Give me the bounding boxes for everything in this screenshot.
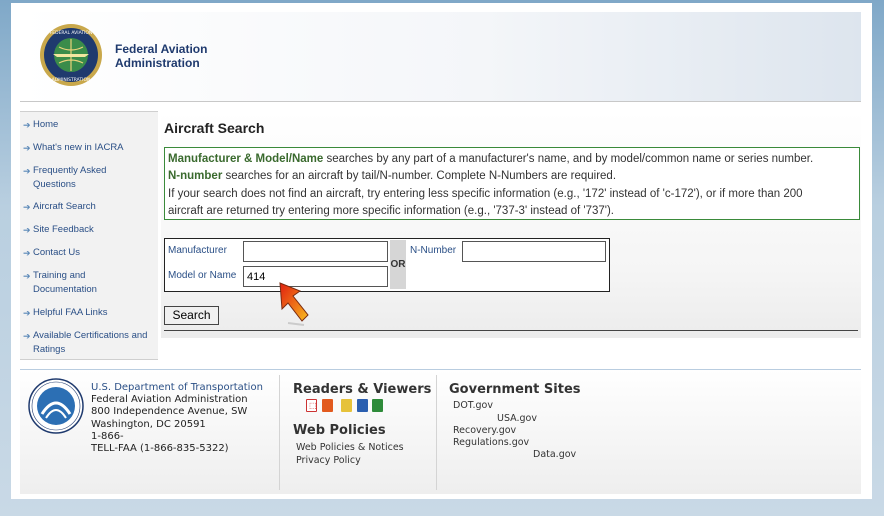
dot-gov-link[interactable]: DOT.gov <box>453 400 493 411</box>
manufacturer-label: Manufacturer <box>168 245 227 256</box>
arrow-right-icon: ➔ <box>23 271 31 281</box>
dot-address1: 800 Independence Avenue, SW <box>91 406 248 418</box>
sidebar-item-certifications[interactable]: ➔ Available Certifications and Ratings <box>20 329 158 357</box>
org-name-line1: Federal Aviation <box>115 42 208 56</box>
sidebar-item-label: Aircraft Search <box>33 201 96 212</box>
dot-phone2: TELL-FAA (1-866-835-5322) <box>91 443 229 455</box>
search-instructions: Manufacturer & Model/Name searches by an… <box>164 147 860 220</box>
sidebar-item-label: Site Feedback <box>33 224 94 235</box>
manufacturer-model-term: Manufacturer & Model/Name <box>168 153 324 165</box>
dot-dept-link[interactable]: U.S. Department of Transportation <box>91 382 271 394</box>
arrow-right-icon: ➔ <box>23 143 31 153</box>
faa-seal-logo[interactable]: FEDERAL AVIATION ADMINISTRATION <box>39 23 103 87</box>
site-header: FEDERAL AVIATION ADMINISTRATION Federal … <box>20 12 861 102</box>
footer-divider <box>436 375 437 490</box>
web-policies-notices-link[interactable]: Web Policies & Notices <box>296 442 404 453</box>
arrow-right-icon: ➔ <box>23 202 31 212</box>
svg-text:FEDERAL AVIATION: FEDERAL AVIATION <box>50 30 93 36</box>
n-number-label: N-Number <box>410 245 457 256</box>
powerpoint-icon[interactable] <box>322 399 333 412</box>
arrow-right-icon: ➔ <box>23 248 31 258</box>
pdf-icon[interactable]: ⬚ <box>306 399 317 412</box>
word-icon[interactable] <box>357 399 368 412</box>
sidebar-item-label: Helpful FAA Links <box>33 307 108 318</box>
instruction-line-1: Manufacturer & Model/Name searches by an… <box>168 151 856 168</box>
instruction-line-3: If your search does not find an aircraft… <box>168 187 803 200</box>
model-input[interactable] <box>243 266 388 287</box>
arrow-right-icon: ➔ <box>23 331 31 341</box>
model-label: Model or Name <box>168 270 237 281</box>
instruction-text: searches by any part of a manufacturer's… <box>323 153 814 165</box>
usa-gov-link[interactable]: USA.gov <box>497 413 537 424</box>
divider <box>164 330 858 331</box>
dot-address2: Washington, DC 20591 <box>91 418 206 430</box>
sidebar-item-faq[interactable]: ➔ Frequently Asked Questions <box>20 164 158 192</box>
dot-seal-logo[interactable] <box>28 378 84 434</box>
web-policies-heading: Web Policies <box>293 423 386 438</box>
org-name: Federal Aviation Administration <box>115 42 207 70</box>
government-sites-heading: Government Sites <box>449 382 581 397</box>
sidebar-item-label: What's new in IACRA <box>33 142 124 153</box>
manufacturer-input[interactable] <box>243 241 388 262</box>
or-separator: OR <box>390 240 406 289</box>
instruction-text: searches for an aircraft by tail/N-numbe… <box>222 170 617 183</box>
sidebar-item-contact-us[interactable]: ➔ Contact Us <box>20 246 158 260</box>
site-footer: U.S. Department of Transportation Federa… <box>20 369 861 494</box>
n-number-input[interactable] <box>462 241 606 262</box>
sidebar-item-label: Training and Documentation <box>33 270 97 295</box>
recovery-gov-link[interactable]: Recovery.gov <box>453 425 516 436</box>
search-button[interactable]: Search <box>164 306 219 325</box>
page: FEDERAL AVIATION ADMINISTRATION Federal … <box>11 3 872 499</box>
sidebar-item-whats-new[interactable]: ➔ What's new in IACRA <box>20 141 158 155</box>
instruction-line-2: N-number searches for an aircraft by tai… <box>168 168 856 185</box>
main-content: Aircraft Search Manufacturer & Model/Nam… <box>161 111 861 338</box>
regulations-gov-link[interactable]: Regulations.gov <box>453 437 529 448</box>
sidebar-item-label: Available Certifications and Ratings <box>33 330 148 355</box>
arrow-right-icon: ➔ <box>23 308 31 318</box>
svg-text:ADMINISTRATION: ADMINISTRATION <box>52 77 91 83</box>
org-name-line2: Administration <box>115 56 200 70</box>
sidebar-nav: ➔ Home ➔ What's new in IACRA ➔ Frequently A… <box>20 111 158 360</box>
zip-icon[interactable] <box>341 399 352 412</box>
sidebar-item-site-feedback[interactable]: ➔ Site Feedback <box>20 223 158 237</box>
sidebar-item-label: Contact Us <box>33 247 80 258</box>
footer-divider <box>279 375 280 490</box>
pointer-arrow-icon <box>279 282 309 326</box>
sidebar-item-faa-links[interactable]: ➔ Helpful FAA Links <box>20 306 158 320</box>
search-form: Manufacturer Model or Name OR N-Number <box>164 238 610 292</box>
sidebar-item-training[interactable]: ➔ Training and Documentation <box>20 269 158 297</box>
n-number-term: N-number <box>168 170 223 183</box>
arrow-right-icon: ➔ <box>23 120 31 130</box>
dot-phone1: 1-866- <box>91 430 124 442</box>
data-gov-link[interactable]: Data.gov <box>533 449 576 460</box>
readers-viewers-heading: Readers & Viewers <box>293 382 432 397</box>
arrow-right-icon: ➔ <box>23 166 31 176</box>
sidebar-item-label: Home <box>33 119 59 130</box>
arrow-right-icon: ➔ <box>23 225 31 235</box>
instruction-line-4: aircraft are returned try entering more … <box>168 205 614 218</box>
sidebar-item-home[interactable]: ➔ Home <box>20 118 158 132</box>
sidebar-item-label: Frequently Asked Questions <box>33 165 107 190</box>
dot-agency: Federal Aviation Administration <box>91 394 248 406</box>
privacy-policy-link[interactable]: Privacy Policy <box>296 455 361 466</box>
dot-contact: U.S. Department of Transportation Federa… <box>91 382 271 455</box>
page-title: Aircraft Search <box>164 120 265 136</box>
excel-icon[interactable] <box>372 399 383 412</box>
sidebar-item-aircraft-search[interactable]: ➔ Aircraft Search <box>20 200 158 214</box>
